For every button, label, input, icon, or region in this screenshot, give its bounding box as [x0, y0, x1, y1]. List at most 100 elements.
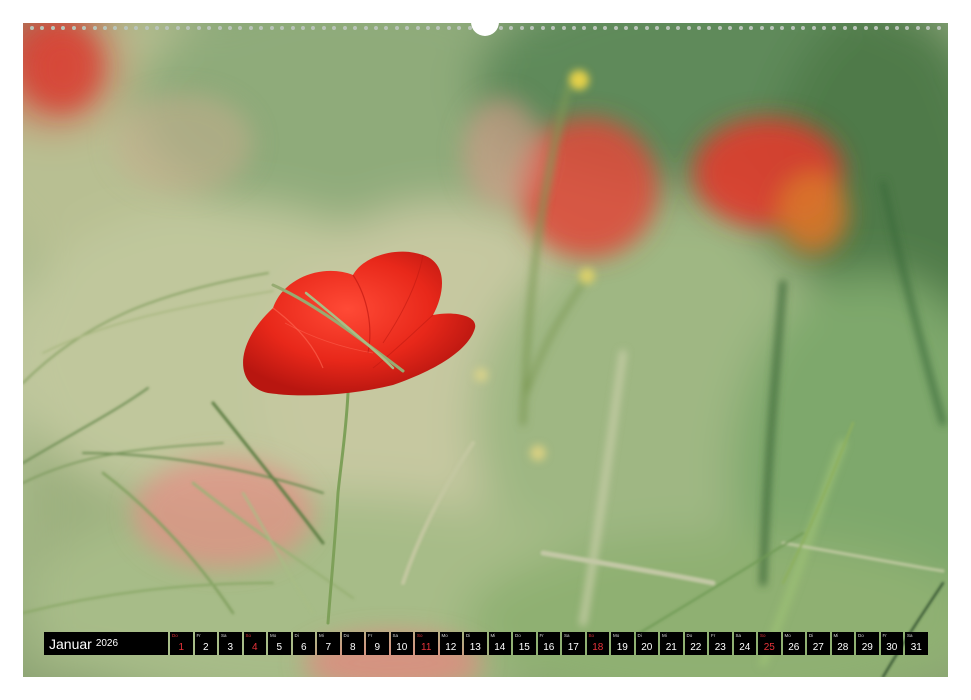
binding-hole: [936, 26, 941, 30]
day-number: 26: [788, 642, 800, 653]
day-number: 19: [616, 642, 628, 653]
month-year: 2026: [95, 638, 119, 649]
weekday-label: So: [245, 633, 252, 638]
binding-hole: [905, 26, 910, 30]
binding-hole: [238, 26, 243, 30]
binding-hole: [780, 26, 785, 30]
binding-hole: [655, 26, 660, 30]
weekday-label: Sa: [907, 633, 913, 638]
day-number: 9: [374, 642, 381, 653]
calendar-day: Mo 12: [439, 632, 462, 655]
weekday-label: Mo: [441, 633, 448, 638]
binding-hole: [551, 26, 556, 30]
calendar-day: Sa 3: [219, 632, 242, 655]
binding-hole: [50, 26, 55, 30]
binding-hole: [644, 26, 649, 30]
day-number: 21: [665, 642, 677, 653]
weekday-label: So: [760, 633, 766, 638]
day-number: 16: [543, 642, 555, 653]
weekday-label: Do: [172, 633, 178, 638]
day-number: 31: [910, 642, 922, 653]
weekday-label: Di: [294, 633, 299, 638]
calendar-day: Fr 2: [194, 632, 217, 655]
binding-hole: [144, 26, 149, 30]
binding-hole: [624, 26, 629, 30]
calendar-day: Di 6: [292, 632, 315, 655]
binding-hole: [884, 26, 889, 30]
calendar-day: Mi 21: [660, 632, 683, 655]
weekday-label: Sa: [221, 633, 227, 638]
binding-hole: [665, 26, 670, 30]
day-number: 15: [518, 642, 530, 653]
binding-hole: [676, 26, 681, 30]
binding-hole: [697, 26, 701, 30]
weekday-label: Do: [515, 633, 521, 638]
binding-hole: [926, 26, 931, 30]
calendar-day: Do 8: [341, 632, 364, 655]
binding-hole: [40, 26, 45, 30]
binding-hole: [405, 26, 410, 30]
calendar-day: Mi 14: [488, 632, 511, 655]
weekday-label: Sa: [392, 633, 399, 638]
day-number: 10: [396, 642, 408, 653]
calendar-day: Mo 5: [268, 632, 291, 655]
binding-hole: [165, 26, 170, 30]
calendar-day: So 18: [586, 632, 609, 655]
calendar-page: Januar 2026 Do 1 Fr 2 Sa 3 So 4 Mo 5 Di 6 Mi 7 Do 8 Fr 9 S…: [0, 0, 971, 700]
binding-hole: [228, 26, 233, 30]
day-number: 20: [641, 642, 653, 653]
binding-hole: [915, 26, 920, 30]
calendar-day: Sa 17: [562, 632, 585, 655]
day-number: 4: [251, 642, 258, 653]
day-number: 13: [469, 642, 481, 653]
weekday-label: Do: [343, 633, 350, 638]
binding-hole: [82, 26, 87, 30]
weekday-label: Fr: [196, 633, 201, 638]
binding-hole: [842, 26, 847, 30]
binding-hole: [707, 26, 712, 30]
binding-hole: [426, 26, 431, 30]
binding-hole: [686, 26, 691, 30]
binding-hole: [71, 26, 76, 30]
weekday-label: Fr: [711, 633, 716, 638]
day-number: 22: [690, 642, 702, 653]
month-label-box: Januar 2026: [44, 632, 168, 655]
day-number: 3: [227, 642, 234, 653]
binding-hole: [290, 26, 295, 30]
binding-hole: [790, 26, 795, 30]
binding-hole: [353, 26, 358, 30]
binding-hole: [342, 26, 347, 30]
binding-hole: [603, 26, 608, 30]
day-number: 11: [421, 642, 432, 653]
calendar-day: Fr 23: [709, 632, 732, 655]
day-number: 27: [812, 642, 824, 653]
binding-hole: [717, 26, 722, 30]
weekday-label: So: [588, 633, 595, 638]
day-number: 28: [837, 642, 849, 653]
calendar-day: Sa 31: [905, 632, 928, 655]
calendar-day: Sa 10: [390, 632, 413, 655]
binding-hole: [436, 26, 441, 30]
day-number: 14: [494, 642, 506, 653]
day-number: 2: [202, 642, 209, 653]
binding-hole: [280, 26, 285, 30]
binding-hole: [853, 26, 858, 30]
weekday-label: Mi: [319, 633, 324, 638]
calendar-day: So 25: [758, 632, 781, 655]
calendar-day: Fr 16: [537, 632, 560, 655]
weekday-label: Do: [686, 633, 693, 638]
day-number: 1: [178, 642, 185, 653]
binding-hole: [113, 26, 118, 30]
binding-hole: [446, 26, 451, 30]
day-number: 17: [567, 642, 579, 653]
calendar-day: Mo 19: [611, 632, 634, 655]
binding-hole: [300, 26, 305, 30]
binding-hole: [592, 26, 597, 30]
weekday-label: Sa: [564, 633, 570, 638]
weekday-label: Di: [637, 633, 642, 638]
binding-hole: [123, 26, 128, 30]
binding-hole: [822, 26, 827, 30]
binding-hole: [196, 26, 201, 30]
binding-hole: [811, 26, 816, 30]
weekday-label: Do: [858, 633, 864, 638]
